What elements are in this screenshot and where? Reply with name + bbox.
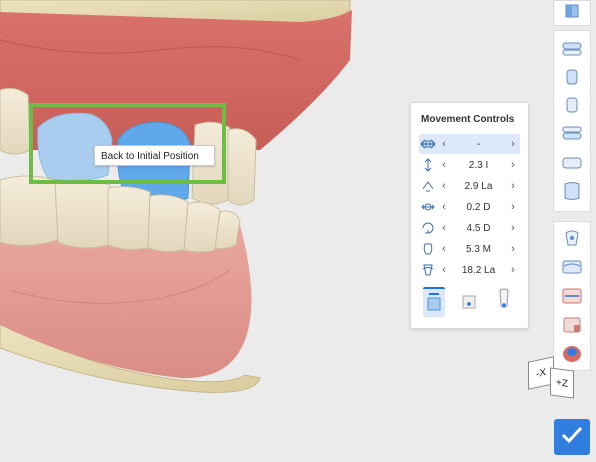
row-value: - bbox=[476, 138, 481, 150]
row-buccal-lingual[interactable]: ‹ 2.9 La › bbox=[419, 176, 520, 196]
toolbar-arch-views bbox=[553, 30, 591, 212]
rotation-icon bbox=[419, 219, 437, 237]
angulation-icon bbox=[419, 240, 437, 258]
checkmark-icon bbox=[561, 426, 583, 449]
view-cube-label: +Z bbox=[556, 376, 568, 390]
prev-arrow[interactable]: ‹ bbox=[437, 180, 451, 192]
buccal-lingual-icon bbox=[419, 177, 437, 195]
row-value: 4.5 D bbox=[466, 222, 491, 234]
ipr-icon bbox=[561, 314, 583, 341]
view-cube-label: -X bbox=[536, 366, 546, 380]
tooth-view-buttons bbox=[423, 287, 515, 317]
next-arrow[interactable]: › bbox=[506, 264, 520, 276]
next-arrow[interactable]: › bbox=[506, 243, 520, 255]
row-extrusion[interactable]: ‹ 2.3 I › bbox=[419, 155, 520, 175]
row-value: 2.3 I bbox=[468, 159, 489, 171]
attachments-icon bbox=[561, 285, 583, 312]
gingiva-icon bbox=[561, 256, 583, 283]
movement-controls-panel: Movement Controls ‹ - › ‹ 2.3 I › ‹ 2.9 … bbox=[410, 102, 529, 329]
cube-view-icon bbox=[564, 3, 580, 24]
occlusal-view-button[interactable] bbox=[558, 151, 586, 179]
row-angulation[interactable]: ‹ 5.3 M › bbox=[419, 239, 520, 259]
torque-icon bbox=[419, 261, 437, 279]
gingiva-button[interactable] bbox=[558, 255, 586, 283]
left-side-button[interactable] bbox=[558, 93, 586, 121]
prev-arrow[interactable]: ‹ bbox=[437, 264, 451, 276]
row-mesial-distal[interactable]: ‹ 0.2 D › bbox=[419, 197, 520, 217]
right-side-icon bbox=[561, 68, 583, 91]
mesial-distal-icon bbox=[419, 198, 437, 216]
upper-arch-button[interactable] bbox=[558, 37, 586, 65]
tooth-transparency-button[interactable] bbox=[558, 226, 586, 254]
next-arrow[interactable]: › bbox=[506, 138, 520, 150]
row-value: 2.9 La bbox=[464, 180, 493, 192]
prev-arrow[interactable]: ‹ bbox=[437, 243, 451, 255]
view-cube-face-z[interactable]: +Z bbox=[550, 367, 574, 399]
move-all-icon bbox=[419, 135, 437, 153]
row-value: 18.2 La bbox=[461, 264, 496, 276]
left-side-icon bbox=[561, 96, 583, 119]
root-axis-button[interactable] bbox=[458, 287, 480, 315]
highlight-box bbox=[29, 103, 226, 184]
attachments-button[interactable] bbox=[558, 284, 586, 312]
next-arrow[interactable]: › bbox=[506, 180, 520, 192]
occlusal-view-icon bbox=[561, 154, 583, 177]
row-torque[interactable]: ‹ 18.2 La › bbox=[419, 260, 520, 280]
extrusion-intrusion-icon bbox=[419, 156, 437, 174]
next-arrow[interactable]: › bbox=[506, 159, 520, 171]
prev-arrow[interactable]: ‹ bbox=[437, 222, 451, 234]
right-side-button[interactable] bbox=[558, 65, 586, 93]
toolbar-top bbox=[553, 0, 591, 26]
row-value: 5.3 M bbox=[465, 243, 491, 255]
tooth-icon bbox=[561, 227, 583, 254]
tooth-root-button[interactable] bbox=[493, 287, 515, 315]
panel-title: Movement Controls bbox=[421, 114, 515, 125]
occlusion-map-icon bbox=[561, 343, 583, 370]
ipr-button[interactable] bbox=[558, 313, 586, 341]
row-rotation[interactable]: ‹ 4.5 D › bbox=[419, 218, 520, 238]
occlusion-map-button[interactable] bbox=[558, 342, 586, 370]
toolbar-tools bbox=[553, 221, 591, 371]
view-mode-button[interactable] bbox=[558, 0, 586, 27]
crown-icon bbox=[425, 290, 443, 317]
upper-arch-icon bbox=[561, 40, 583, 63]
lower-arch-button[interactable] bbox=[558, 121, 586, 149]
next-arrow[interactable]: › bbox=[506, 201, 520, 213]
bottom-view-button[interactable] bbox=[558, 179, 586, 207]
lower-arch-icon bbox=[561, 124, 583, 147]
row-value: 0.2 D bbox=[466, 201, 491, 213]
prev-arrow[interactable]: ‹ bbox=[437, 138, 451, 150]
back-to-initial-position-tooltip: Back to Initial Position bbox=[94, 145, 215, 166]
prev-arrow[interactable]: ‹ bbox=[437, 201, 451, 213]
row-move-all[interactable]: ‹ - › bbox=[419, 134, 520, 154]
tooth-axis-icon bbox=[460, 288, 478, 315]
bottom-view-icon bbox=[561, 180, 583, 207]
next-arrow[interactable]: › bbox=[506, 222, 520, 234]
tooth-root-icon bbox=[495, 288, 513, 315]
prev-arrow[interactable]: ‹ bbox=[437, 159, 451, 171]
confirm-button[interactable] bbox=[554, 419, 590, 455]
crown-view-button[interactable] bbox=[423, 287, 445, 317]
